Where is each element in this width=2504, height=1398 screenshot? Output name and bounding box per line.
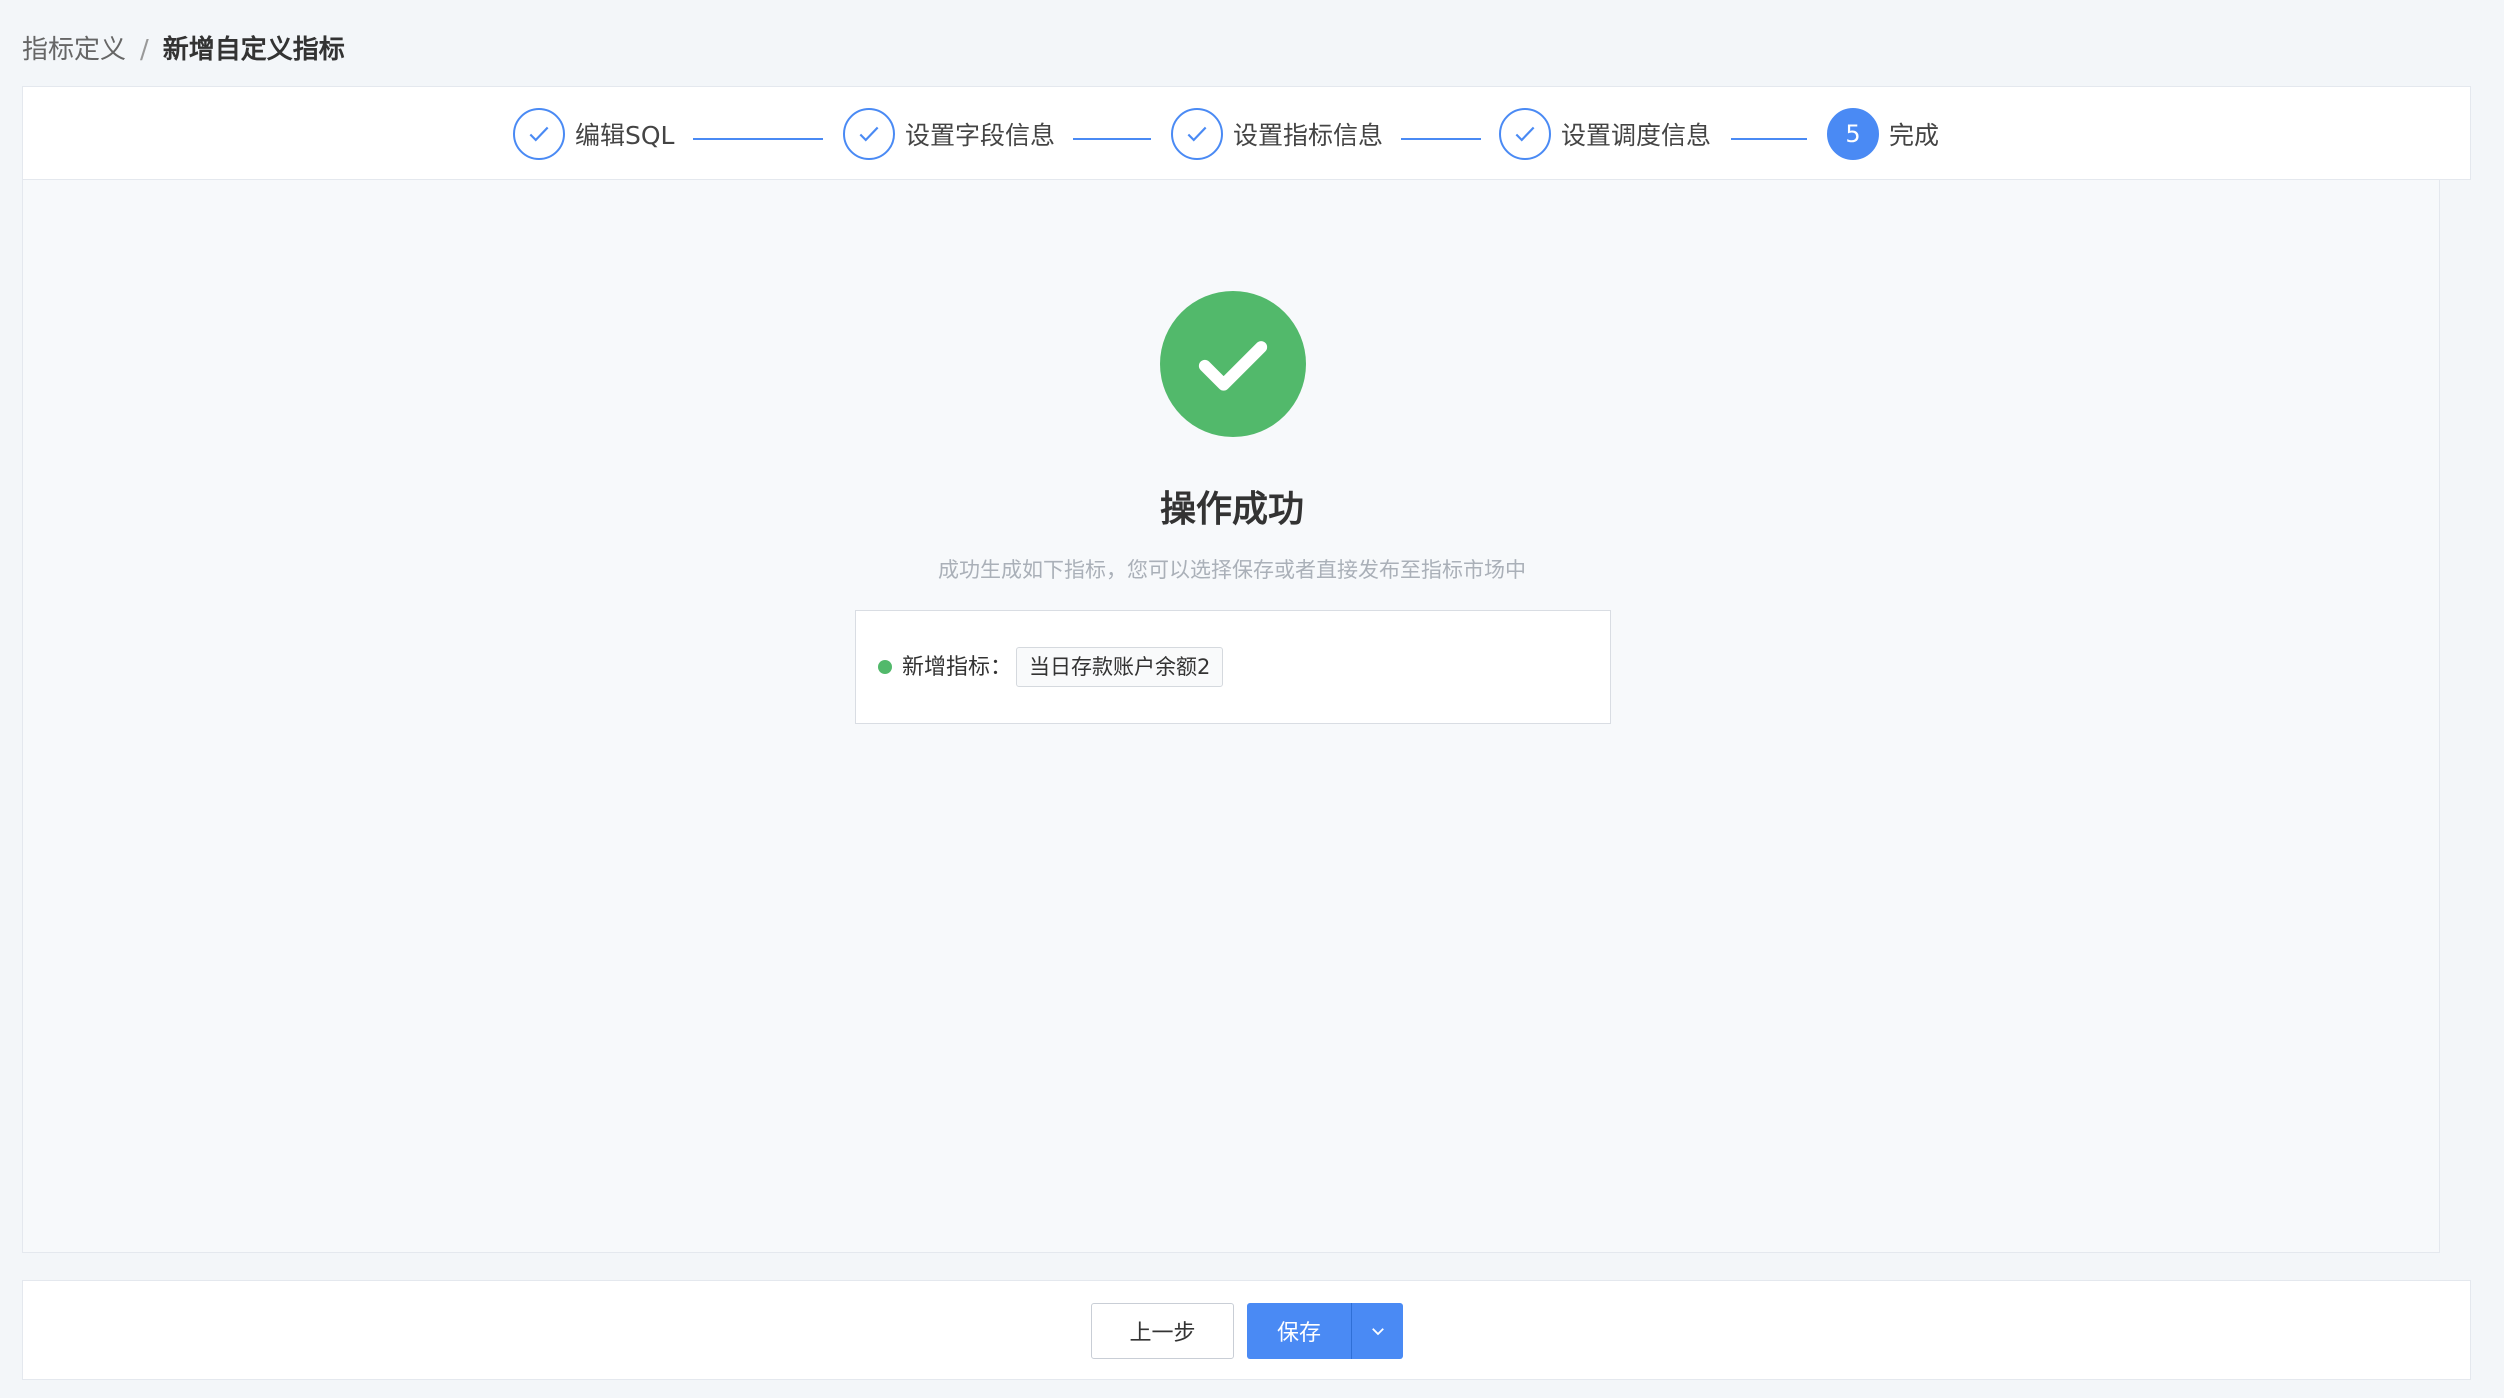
new-metric-tag: 当日存款账户余额2 (1016, 647, 1224, 687)
step-connector (1731, 138, 1807, 140)
step-number-badge: 5 (1827, 108, 1879, 160)
breadcrumb-separator: / (140, 35, 149, 65)
breadcrumb: 指标定义 / 新增自定义指标 (22, 30, 345, 70)
previous-step-button[interactable]: 上一步 (1091, 1303, 1234, 1359)
save-button[interactable]: 保存 (1247, 1303, 1351, 1359)
status-dot (878, 660, 892, 674)
step-complete: 5 完成 (1827, 108, 1939, 160)
step-connector (1401, 138, 1481, 140)
chevron-down-icon (1371, 1328, 1384, 1336)
step-label: 设置指标信息 (1233, 121, 1384, 150)
step-label: 设置字段信息 (905, 121, 1056, 150)
success-description: 成功生成如下指标，您可以选择保存或者直接发布至指标市场中 (938, 558, 1526, 582)
check-icon (843, 108, 895, 160)
step-connector (693, 138, 823, 140)
step-label: 设置调度信息 (1561, 121, 1712, 150)
result-content: 操作成功 成功生成如下指标，您可以选择保存或者直接发布至指标市场中 新增指标： … (22, 180, 2440, 1253)
save-button-group: 保存 (1247, 1303, 1403, 1359)
step-label: 完成 (1889, 121, 1940, 150)
check-icon (1499, 108, 1551, 160)
steps-panel: 编辑SQL 设置字段信息 设置指标信息 设置调度信息 5 完成 (22, 86, 2471, 180)
success-check-icon (1160, 291, 1306, 437)
step-schedule-info: 设置调度信息 (1499, 108, 1711, 160)
step-progress: 编辑SQL 设置字段信息 设置指标信息 设置调度信息 5 完成 (23, 87, 2470, 179)
success-title: 操作成功 (1159, 489, 1304, 530)
step-field-info: 设置字段信息 (843, 108, 1055, 160)
check-icon (1171, 108, 1223, 160)
new-metric-box: 新增指标： 当日存款账户余额2 (855, 610, 1611, 724)
breadcrumb-parent-link[interactable]: 指标定义 (22, 30, 126, 70)
save-dropdown-button[interactable] (1351, 1303, 1403, 1359)
new-metric-label: 新增指标： (902, 655, 1013, 680)
check-icon (513, 108, 565, 160)
footer-actions: 上一步 保存 (22, 1280, 2471, 1380)
step-label: 编辑SQL (575, 121, 675, 150)
step-edit-sql: 编辑SQL (513, 108, 674, 160)
breadcrumb-current: 新增自定义指标 (162, 35, 345, 65)
step-connector (1073, 138, 1151, 140)
step-metric-info: 设置指标信息 (1171, 108, 1383, 160)
